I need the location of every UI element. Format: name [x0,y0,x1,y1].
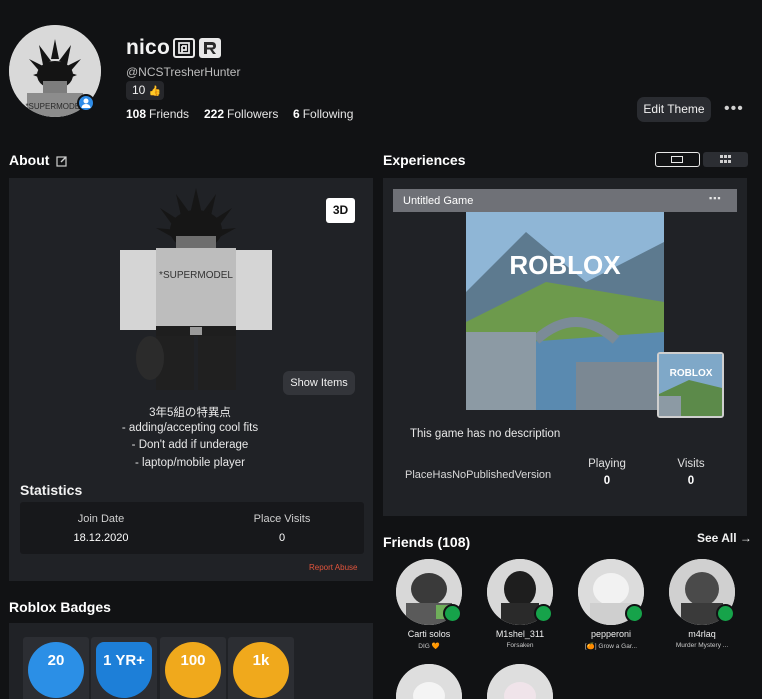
verified-r-icon [199,38,221,58]
bio-line: - adding/accepting cool fits [121,422,259,434]
playing-label: Playing [588,458,626,470]
bio-line: - laptop/mobile player [135,457,245,469]
friend-name[interactable]: pepperoni [563,629,659,639]
friends-heading: Friends (108) [383,534,471,550]
castle-badge-icon: 1k [233,642,289,698]
badge-label: 1k [252,652,270,669]
following-stat[interactable]: 6 Following [293,107,353,121]
thumbs-up-icon: 👍 [148,86,162,97]
friends-badge-icon: 20 [28,642,84,698]
bio-line: 3年5組の特異点 [149,407,231,419]
game-title: Untitled Game [403,195,474,207]
shirt-text: *SUPERMODEL [159,270,233,281]
statistics-heading: Statistics [20,482,83,498]
friend-status-text: DIG 🧡 [418,643,440,650]
grid-icon [720,155,731,163]
statistics-box [20,502,364,554]
edit-theme-button[interactable]: Edit Theme [637,97,711,122]
game-controller-icon [625,604,644,623]
visits-value: 0 [687,475,695,487]
experiences-heading: Experiences [383,152,466,168]
game-thumbnail[interactable]: ROBLOX [466,212,664,410]
display-name: nico [126,36,170,59]
badge-label: 100 [180,652,206,669]
badge-visits-1k[interactable]: 1k [228,637,294,699]
see-all-link[interactable]: See All → [697,531,752,545]
following-label: Following [302,107,354,121]
friends-label: Friends [149,107,190,121]
more-options-button[interactable]: ••• [724,100,744,118]
badge-friends-20[interactable]: 20 [23,637,89,699]
badge-visits-100[interactable]: 100 [160,637,226,699]
avatar-3d-render[interactable]: *SUPERMODEL [112,186,280,397]
game-controller-icon [443,604,462,623]
friend-name[interactable]: Carti solos [381,629,477,639]
premium-icon [173,38,195,58]
followers-label: Followers [227,107,279,121]
roblox-logo-text: ROBLOX [509,250,621,280]
place-visits-label: Place Visits [253,513,311,525]
friend-avatar[interactable] [396,664,462,699]
veteran-badge-icon: 1 YR+ [96,642,152,698]
friend-avatar[interactable] [487,664,553,699]
game-thumbnail-small[interactable]: ROBLOX [657,352,724,418]
join-date-value: 18.12.2020 [73,532,129,544]
friend-status-text: Forsaken [506,642,534,649]
username-handle: @NCSTresherHunter [126,65,241,79]
game-controller-icon [716,604,735,623]
home-badge-icon: 100 [165,642,221,698]
show-items-button[interactable]: Show Items [283,371,355,395]
badge-label: 1 YR+ [103,652,145,669]
friend-status-text: Murder Mystery ... [675,642,729,649]
friend-name[interactable]: m4rlaq [654,629,750,639]
game-controller-icon [534,604,553,623]
following-count: 6 [293,107,300,121]
badge-label: 20 [47,652,65,669]
place-visits-value: 0 [278,532,286,544]
playing-value: 0 [603,475,611,487]
roblox-logo-text: ROBLOX [670,368,713,379]
friend-name[interactable]: M1shel_311 [472,629,568,639]
followers-stat[interactable]: 222 Followers [204,107,278,121]
place-status: PlaceHasNoPublishedVersion [405,469,552,481]
friends-stat[interactable]: 108 Friends [126,107,189,121]
badge-veteran[interactable]: 1 YR+ [91,637,157,699]
toggle-3d-button[interactable]: 3D [326,198,355,223]
slideshow-view-toggle[interactable] [655,152,700,167]
single-view-icon [671,155,683,163]
likes-count: 10 [132,83,146,97]
game-menu-icon[interactable]: ▪▪▪ [709,193,722,203]
about-heading: About [9,152,50,168]
report-abuse-link[interactable]: Report Abuse [309,563,357,572]
bio-line: - Don't add if underage [131,439,249,451]
visits-label: Visits [677,458,705,470]
friend-status-text: [🍊] Grow a Gar... [584,643,638,650]
edit-icon[interactable] [56,154,68,172]
user-icon [77,94,95,112]
likes-pill[interactable]: 10 👍 [126,81,164,100]
followers-count: 222 [204,107,225,121]
badges-heading: Roblox Badges [9,599,111,615]
grid-view-toggle[interactable] [703,152,748,167]
game-description: This game has no description [410,428,561,440]
friends-count: 108 [126,107,147,121]
join-date-label: Join Date [77,513,125,525]
